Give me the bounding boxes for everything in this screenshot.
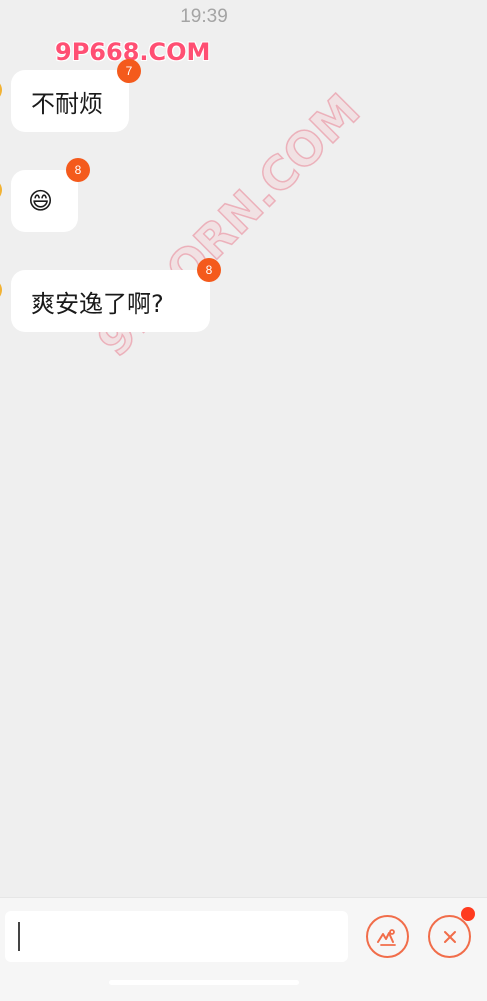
message-bubble[interactable]: 不耐烦	[11, 70, 129, 132]
home-indicator	[109, 980, 299, 985]
message-badge: 7	[117, 59, 141, 83]
input-bar	[0, 897, 487, 1001]
grin-emoji: 😄	[28, 187, 54, 215]
message-bubble[interactable]: 爽安逸了啊?	[11, 270, 210, 332]
message-input[interactable]	[5, 911, 348, 962]
avatar[interactable]	[0, 79, 2, 101]
message-badge: 8	[66, 158, 90, 182]
message-text: 不耐烦	[31, 89, 103, 118]
status-time: 19:39	[180, 6, 228, 27]
text-cursor	[18, 922, 20, 951]
message-text: 爽安逸了啊?	[31, 289, 164, 318]
avatar[interactable]	[0, 179, 2, 201]
avatar[interactable]	[0, 279, 2, 301]
close-icon	[443, 930, 456, 943]
message-bubble[interactable]: 😄	[11, 170, 78, 232]
close-button[interactable]	[428, 915, 471, 958]
notification-dot	[461, 907, 475, 921]
pen-button[interactable]	[366, 915, 409, 958]
message-badge: 8	[197, 258, 221, 282]
pen-icon	[376, 928, 396, 946]
